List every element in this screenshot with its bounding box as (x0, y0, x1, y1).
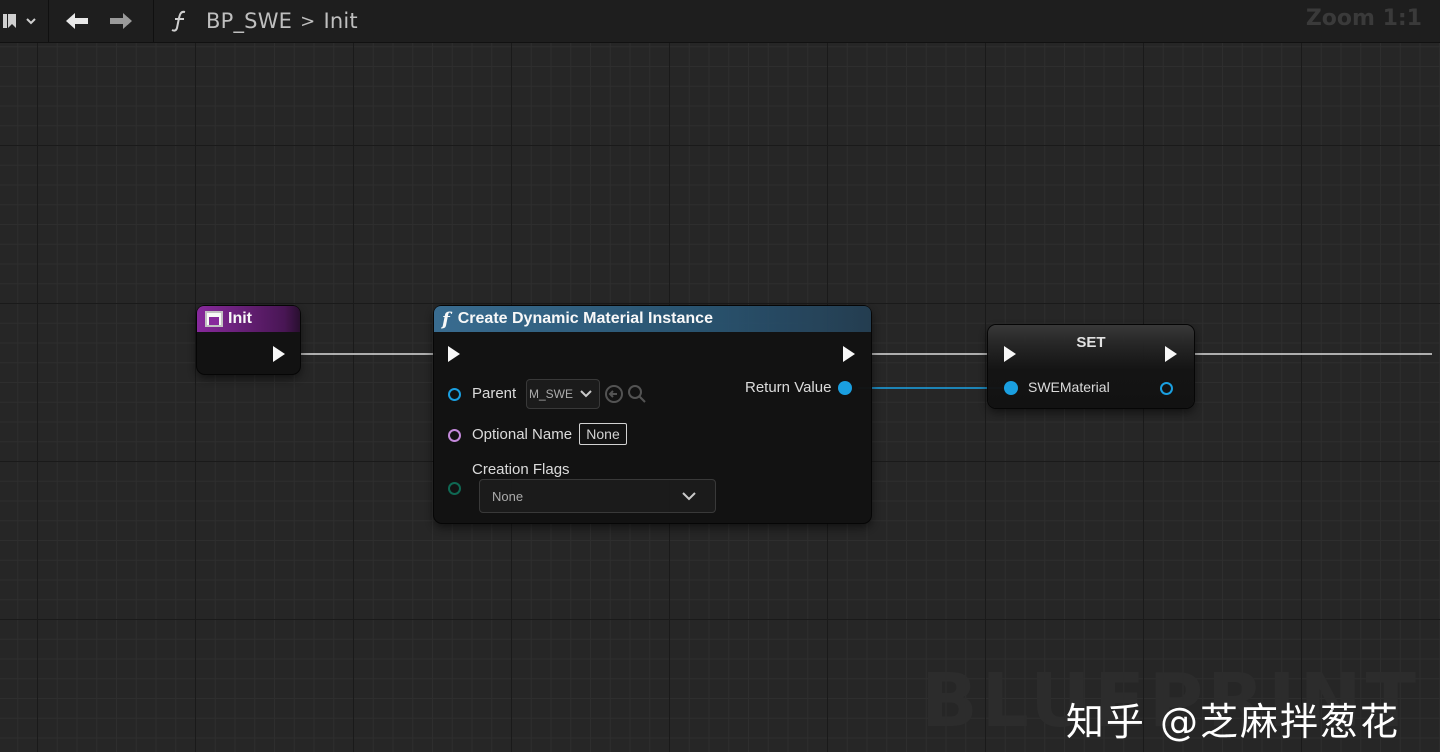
event-icon (205, 311, 223, 327)
creation-flags-dropdown[interactable]: None (479, 479, 716, 513)
init-event-node[interactable]: Init (197, 306, 300, 374)
create-dmi-exec-in-pin[interactable] (448, 346, 460, 362)
set-exec-in-pin[interactable] (1004, 346, 1016, 362)
set-node-title: SET (1076, 334, 1106, 351)
return-value-pin-label: Return Value (745, 379, 832, 396)
create-dmi-node-title: Create Dynamic Material Instance (457, 310, 713, 327)
parent-input-pin[interactable] (448, 388, 461, 401)
creation-flags-pin-label: Creation Flags (472, 461, 570, 478)
creation-flags-input-pin[interactable] (448, 482, 461, 495)
swematerial-output-pin[interactable] (1160, 382, 1173, 395)
parent-pin-label: Parent (472, 385, 517, 402)
use-selected-asset-icon[interactable] (604, 384, 624, 404)
init-node-title: Init (228, 310, 252, 327)
create-dynamic-material-instance-node[interactable]: f Create Dynamic Material Instance Paren… (434, 306, 871, 523)
set-exec-out-pin[interactable] (1165, 346, 1177, 362)
optional-name-input-pin[interactable] (448, 429, 461, 442)
init-node-header: Init (197, 306, 300, 332)
creation-flags-value: None (492, 488, 524, 504)
return-value-output-pin[interactable] (838, 381, 852, 395)
chevron-down-icon (682, 492, 696, 501)
function-icon: f (442, 308, 450, 330)
optional-name-input[interactable]: None (579, 423, 627, 445)
init-exec-out-pin[interactable] (273, 346, 285, 362)
create-dmi-exec-out-pin[interactable] (843, 346, 855, 362)
parent-asset-combo[interactable]: M_SWE (526, 379, 600, 409)
swematerial-input-pin[interactable] (1004, 381, 1018, 395)
optional-name-pin-label: Optional Name (472, 426, 573, 443)
browse-asset-search-icon[interactable] (627, 384, 647, 404)
swematerial-pin-label: SWEMaterial (1028, 379, 1110, 395)
chevron-down-icon (580, 390, 592, 398)
create-dmi-node-header: f Create Dynamic Material Instance (434, 306, 871, 332)
parent-asset-value: M_SWE (529, 387, 574, 401)
set-variable-node[interactable]: SET SWEMaterial (988, 325, 1194, 408)
zhihu-watermark: 知乎 @芝麻拌葱花 (1065, 700, 1400, 744)
